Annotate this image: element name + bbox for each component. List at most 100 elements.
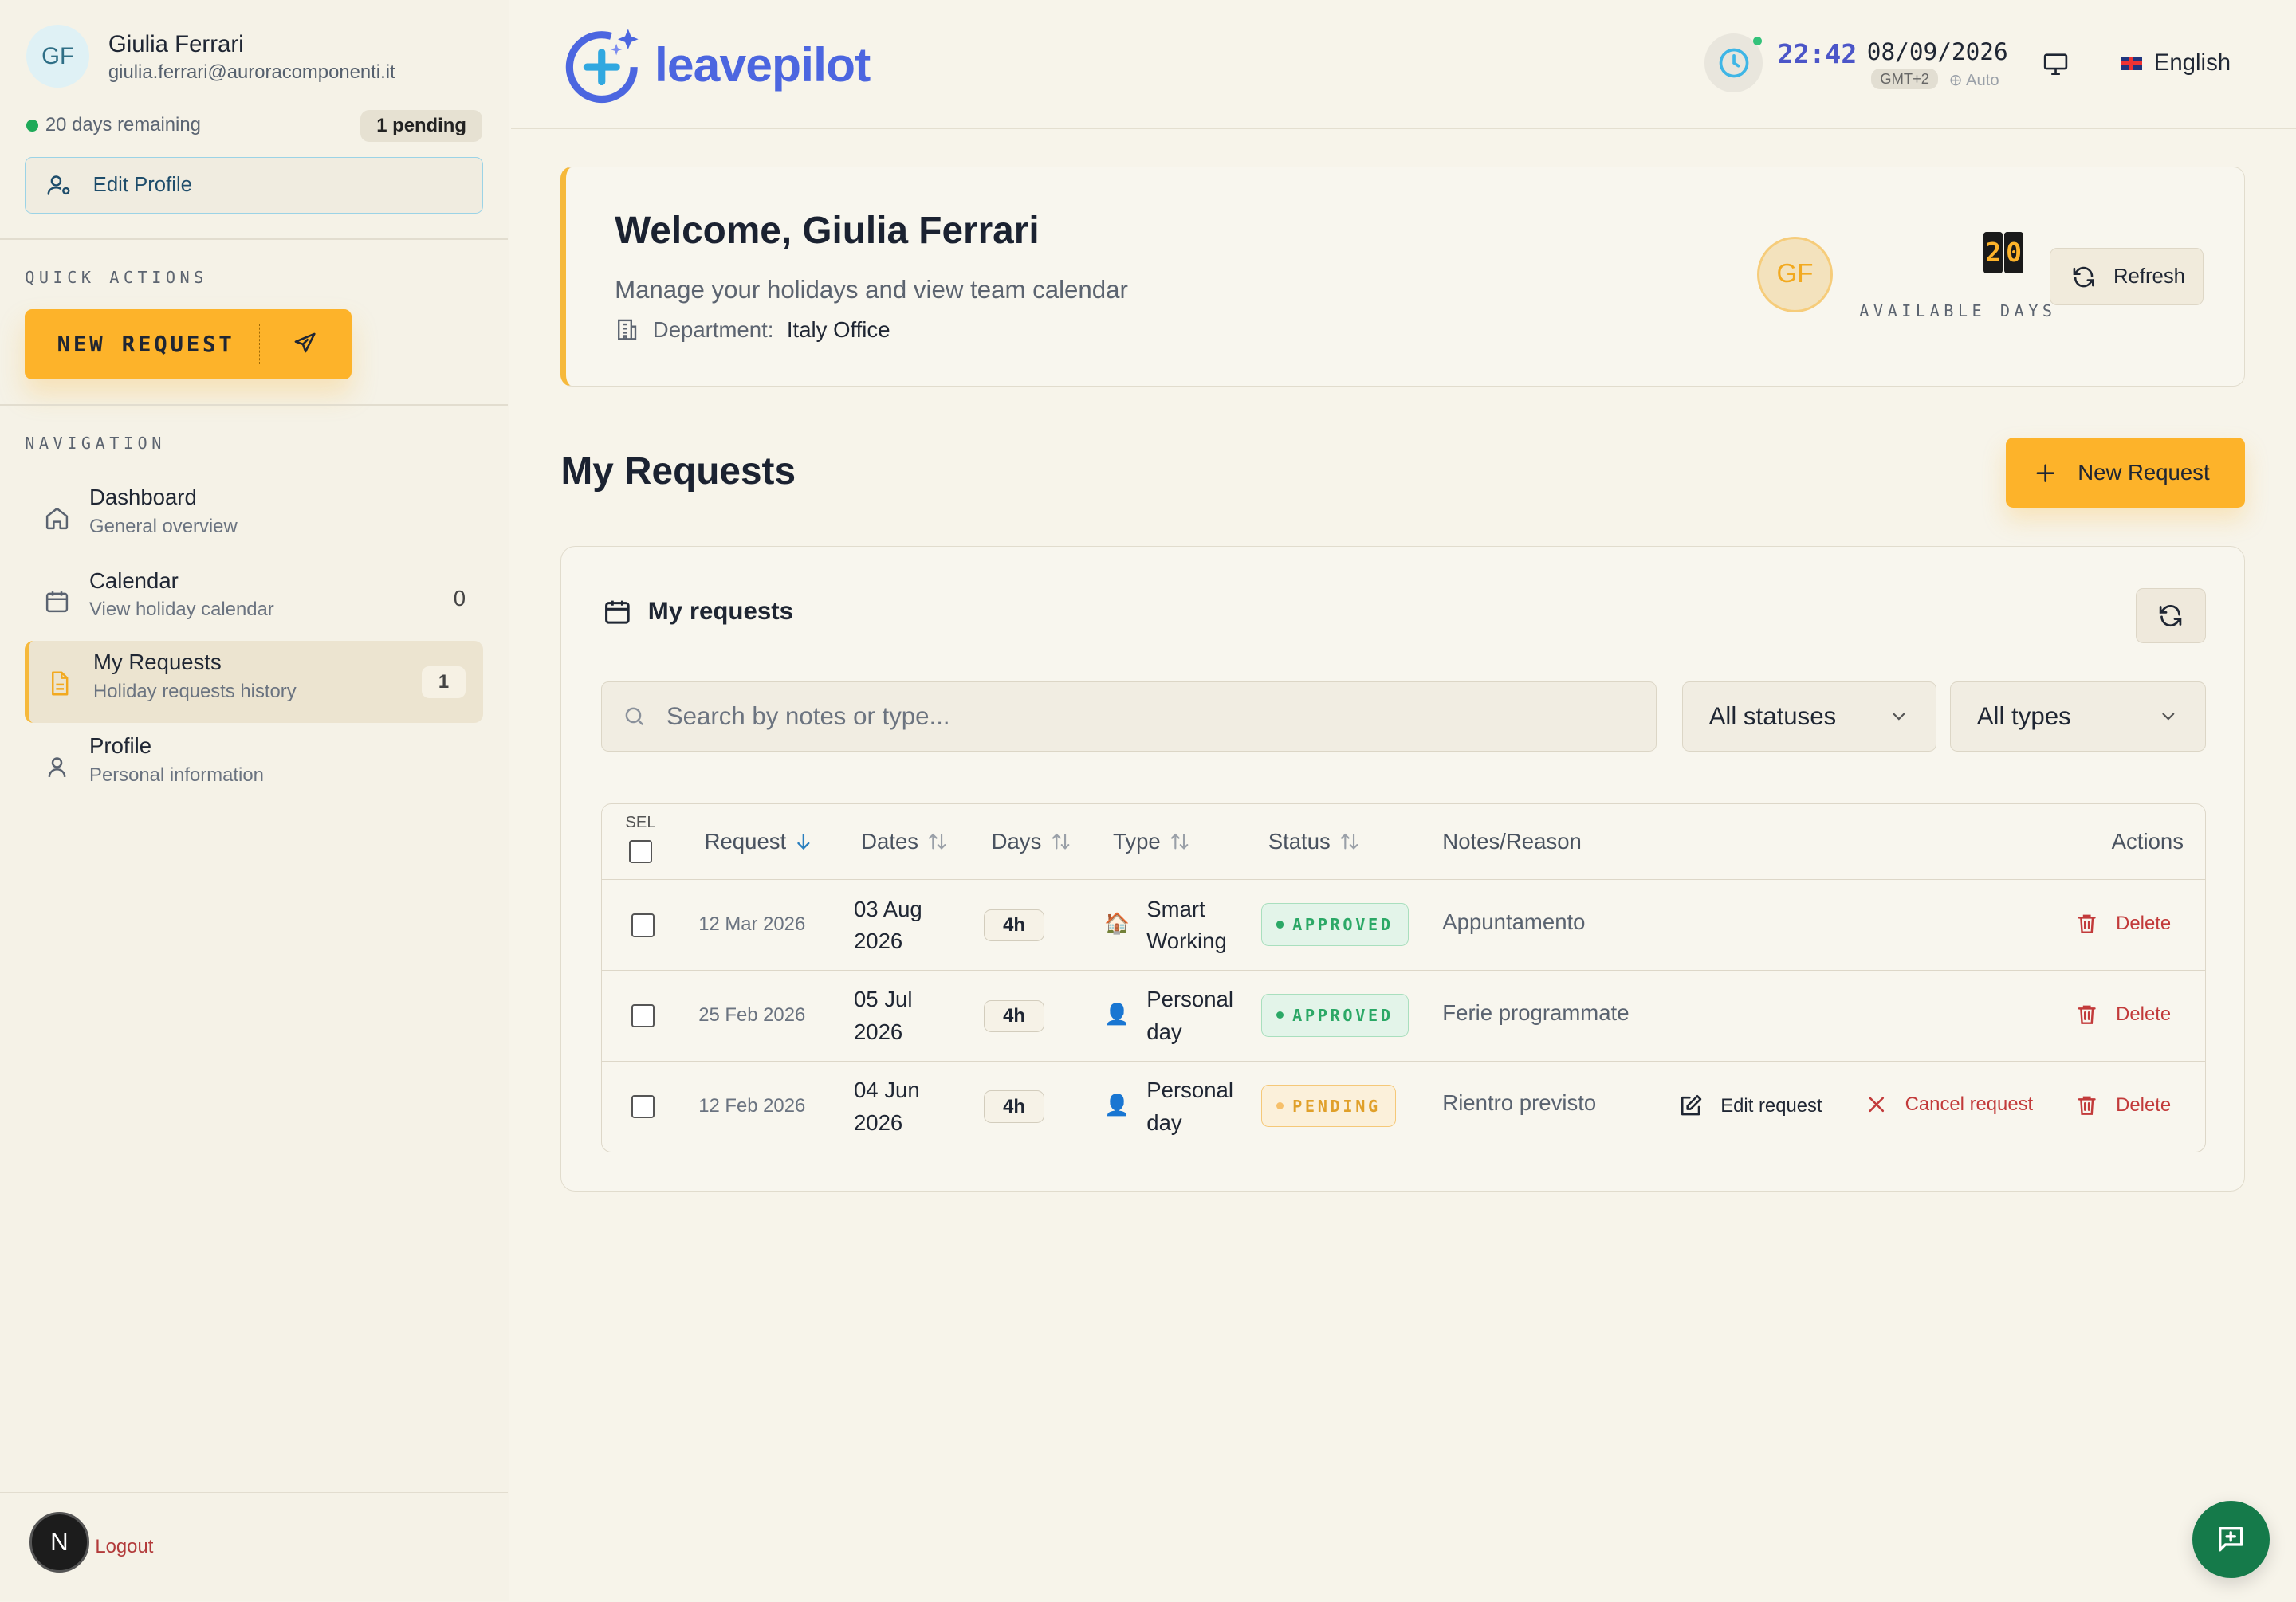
row-checkbox[interactable] — [631, 1094, 655, 1119]
status-badge: APPROVED — [1260, 903, 1409, 946]
column-dates[interactable]: Dates — [861, 829, 949, 854]
avatar[interactable]: GF — [26, 25, 90, 88]
top-bar: leavepilot 22:42 08/09/2026 GMT+2 ⊕ Auto… — [511, 0, 2296, 129]
column-request[interactable]: Request — [705, 829, 814, 854]
logo-text: leavepilot — [654, 37, 871, 92]
clock-date: 08/09/2026 — [1866, 37, 2008, 65]
request-notes: Rientro previsto — [1442, 1090, 1597, 1116]
days-badge: 4h — [984, 1090, 1044, 1123]
edit-request-label: Edit request — [1720, 1094, 1822, 1117]
dashed-divider — [259, 323, 260, 365]
divider — [0, 403, 509, 406]
available-days-counter: 2 0 — [1983, 232, 2023, 273]
house-icon: 🏠 — [1104, 913, 1130, 936]
logo-plus-icon — [565, 29, 639, 104]
language-selector[interactable]: English — [2121, 49, 2231, 77]
status-text: APPROVED — [1292, 915, 1394, 934]
leave-dates: 04 Jun 2026 — [853, 1078, 920, 1135]
column-status[interactable]: Status — [1268, 829, 1362, 854]
sidebar-item-title: My Requests — [93, 650, 222, 675]
requests-table: SEL Request Dates Days Type Status Notes… — [601, 803, 2207, 1153]
sidebar-item-my-requests[interactable]: My Requests Holiday requests history 1 — [25, 641, 484, 724]
table-refresh-button[interactable] — [2135, 587, 2207, 644]
delete-button[interactable]: Delete — [2075, 1003, 2171, 1026]
column-label: Status — [1268, 828, 1331, 854]
row-checkbox[interactable] — [631, 1004, 655, 1028]
calendar-icon — [604, 600, 630, 624]
column-days[interactable]: Days — [992, 829, 1072, 854]
cancel-request-button[interactable]: Cancel request — [1866, 1094, 2033, 1116]
message-plus-icon — [2219, 1527, 2243, 1552]
person-icon: 👤 — [1104, 1003, 1130, 1027]
new-request-button[interactable]: New Request — [2006, 438, 2245, 508]
edit-request-button[interactable]: Edit request — [1678, 1094, 1822, 1118]
row-checkbox[interactable] — [631, 913, 655, 937]
column-label: Request — [704, 828, 787, 854]
status-dot-icon — [1276, 1102, 1284, 1110]
leave-type: Personal day — [1146, 987, 1234, 1044]
column-type[interactable]: Type — [1113, 829, 1191, 854]
available-days-label: AVAILABLE DAYS — [1859, 300, 2057, 320]
welcome-subtitle: Manage your holidays and view team calen… — [615, 276, 1128, 304]
logout-avatar[interactable]: N — [29, 1512, 90, 1573]
language-label: English — [2153, 49, 2231, 77]
delete-button[interactable]: Delete — [2075, 912, 2171, 935]
column-notes: Notes/Reason — [1442, 829, 1582, 854]
welcome-card: Welcome, Giulia Ferrari Manage your holi… — [560, 167, 2245, 387]
quick-actions-heading: QUICK ACTIONS — [25, 268, 208, 288]
edit-profile-button[interactable]: Edit Profile — [25, 156, 484, 214]
status-dot-icon — [26, 119, 38, 132]
column-label: Actions — [2111, 828, 2184, 854]
logo[interactable]: leavepilot — [564, 23, 871, 105]
search-field[interactable] — [601, 681, 1657, 752]
sidebar-item-dashboard[interactable]: Dashboard General overview — [25, 476, 483, 558]
flip-digit: 0 — [2004, 232, 2023, 273]
select-all-checkbox[interactable] — [628, 839, 653, 863]
chat-button[interactable] — [2192, 1500, 2270, 1578]
leave-dates: 03 Aug 2026 — [853, 896, 922, 953]
column-actions: Actions — [2112, 829, 2184, 854]
sidebar-item-subtitle: View holiday calendar — [89, 599, 274, 621]
column-label: Dates — [861, 828, 919, 854]
monitor-icon[interactable] — [2042, 53, 2069, 76]
edit-icon — [1681, 1095, 1702, 1116]
refresh-button[interactable]: Refresh — [2050, 248, 2204, 306]
panel-title: My requests — [647, 596, 793, 625]
trash-icon — [2078, 1096, 2096, 1116]
logout-button[interactable]: Logout — [95, 1536, 153, 1558]
flip-digit: 2 — [1983, 232, 2003, 273]
sidebar-item-profile[interactable]: Profile Personal information — [25, 724, 483, 807]
type-filter-value: All types — [1976, 702, 2071, 731]
days-badge: 4h — [984, 999, 1044, 1032]
table-row: 25 Feb 2026 05 Jul 2026 4h 👤 Personal da… — [602, 971, 2206, 1062]
sort-icon — [1170, 833, 1189, 850]
request-date: 12 Mar 2026 — [698, 913, 806, 936]
sidebar-item-calendar[interactable]: Calendar View holiday calendar 0 — [25, 560, 483, 642]
department-label: Department: — [652, 316, 774, 342]
new-request-quick-label: NEW REQUEST — [57, 331, 235, 357]
sidebar-item-subtitle: Holiday requests history — [93, 681, 297, 703]
delete-label: Delete — [2116, 1003, 2172, 1025]
leave-dates: 05 Jul 2026 — [853, 987, 913, 1044]
department-value: Italy Office — [786, 316, 890, 342]
search-input[interactable] — [666, 702, 1604, 732]
sidebar-item-subtitle: General overview — [89, 515, 238, 537]
days-badge: 4h — [984, 909, 1044, 942]
status-badge: PENDING — [1260, 1085, 1397, 1128]
user-email: giulia.ferrari@auroracomponenti.it — [108, 61, 395, 84]
status-filter-select[interactable]: All statuses — [1681, 681, 1937, 752]
home-icon — [45, 507, 69, 529]
request-notes: Ferie programmate — [1442, 999, 1630, 1025]
delete-button[interactable]: Delete — [2075, 1094, 2171, 1117]
welcome-avatar: GF — [1756, 236, 1834, 313]
delete-label: Delete — [2116, 1094, 2172, 1116]
sort-icon — [929, 833, 946, 850]
trash-icon — [2078, 1005, 2096, 1025]
clock-time: 22:42 — [1777, 37, 1858, 69]
navigation-heading: NAVIGATION — [25, 433, 166, 453]
select-column-header: SEL — [625, 814, 656, 863]
status-text: APPROVED — [1292, 1005, 1394, 1025]
type-filter-select[interactable]: All types — [1949, 681, 2207, 752]
new-request-quick-button[interactable]: NEW REQUEST — [25, 308, 352, 379]
sidebar: GF Giulia Ferrari giulia.ferrari@aurorac… — [0, 0, 510, 1602]
